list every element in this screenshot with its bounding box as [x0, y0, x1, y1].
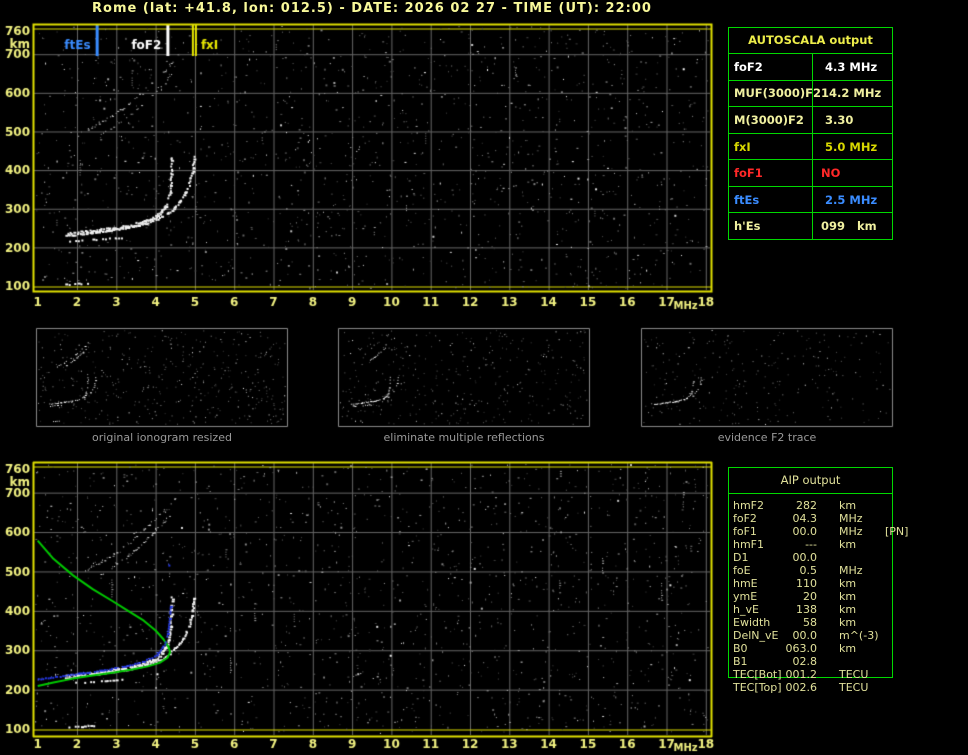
aip-label: hmF2 — [733, 499, 765, 512]
thumb-caption-original: original ionogram resized — [92, 431, 232, 444]
aip-unit: km — [839, 538, 857, 551]
aip-note: [PN] — [885, 525, 909, 538]
aip-value: 00.0 — [792, 629, 818, 642]
aip-label: hmE — [733, 577, 758, 590]
row-value: 2.5 MHz — [821, 192, 878, 207]
row-label: MUF(3000)F2 — [729, 80, 821, 107]
aip-value: 0.5 — [799, 564, 818, 577]
page-title: Rome (lat: +41.8, lon: 012.5) - DATE: 20… — [92, 1, 652, 16]
aip-row-hmF1: hmF1 --- km — [728, 538, 958, 551]
aip-value: 00.0 — [792, 525, 818, 538]
row-label: fxI — [729, 133, 813, 160]
aip-row-hmF2: hmF2 282 km — [728, 499, 958, 512]
aip-label: Ewidth — [733, 616, 771, 629]
aip-row-DelN_vE: DelN_vE 00.0 m^(-3) — [728, 629, 958, 642]
aip-unit: km — [839, 603, 857, 616]
aip-label: foF2 — [733, 512, 757, 525]
aip-row-B1: B1 02.8 — [728, 655, 958, 668]
aip-value: 00.0 — [792, 551, 818, 564]
aip-unit: km — [839, 616, 857, 629]
aip-unit: km — [839, 642, 857, 655]
aip-unit: MHz — [839, 512, 863, 525]
aip-row-foE: foE 0.5 MHz — [728, 564, 958, 577]
row-label: M(3000)F2 — [729, 107, 813, 133]
aip-value: 282 — [796, 499, 817, 512]
autoscala-output-screen: Rome (lat: +41.8, lon: 012.5) - DATE: 20… — [0, 0, 968, 755]
aip-unit — [839, 655, 883, 668]
aip-unit: TECU — [839, 681, 869, 694]
aip-row-foF2: foF2 04.3 MHz — [728, 512, 958, 525]
table-row-foF2: foF2 4.3 MHz — [729, 54, 892, 81]
autoscala-output-table: AUTOSCALA output foF2 4.3 MHz MUF(3000)F… — [728, 27, 893, 240]
aip-unit: km — [839, 577, 857, 590]
aip-label: TEC[Top] — [733, 681, 782, 694]
aip-row-ymE: ymE 20 km — [728, 590, 958, 603]
row-value: 3.30 — [821, 112, 854, 127]
aip-table-title: AIP output — [729, 468, 892, 494]
aip-label: D1 — [733, 551, 749, 564]
table-row-MUF3000F2: MUF(3000)F2 14.2 MHz — [729, 80, 892, 108]
aip-output-table: hmF2 282 km foF2 04.3 MHz foF1 00.0 MHz [PN] hm… — [728, 499, 958, 694]
thumb-caption-evidence: evidence F2 trace — [717, 431, 817, 444]
row-label: ftEs — [729, 186, 813, 213]
aip-value: 063.0 — [785, 642, 818, 655]
aip-value: --- — [805, 538, 817, 551]
aip-label: B0 — [733, 642, 748, 655]
aip-label: DelN_vE — [733, 629, 779, 642]
aip-row-hmE: hmE 110 km — [728, 577, 958, 590]
row-value: 4.3 MHz — [821, 59, 878, 74]
aip-row-D1: D1 00.0 — [728, 551, 958, 564]
aip-unit — [839, 551, 883, 564]
table-row-ftEs: ftEs 2.5 MHz — [729, 186, 892, 214]
aip-row-TEC-Top: TEC[Top] 002.6 TECU — [728, 681, 958, 694]
row-value: NO — [821, 166, 841, 181]
aip-label: foF1 — [733, 525, 757, 538]
aip-row-B0: B0 063.0 km — [728, 642, 958, 655]
aip-value: 001.2 — [785, 668, 818, 681]
aip-row-h_vE: h_vE 138 km — [728, 603, 958, 616]
aip-label: ymE — [733, 590, 758, 603]
aip-label: hmF1 — [733, 538, 765, 551]
aip-row-foF1: foF1 00.0 MHz [PN] — [728, 525, 958, 538]
row-value: 14.2 MHz — [821, 86, 882, 101]
aip-unit: MHz — [839, 525, 863, 538]
aip-value: 138 — [796, 603, 817, 616]
aip-unit: MHz — [839, 564, 863, 577]
row-label: foF2 — [729, 54, 813, 80]
aip-row-Ewidth: Ewidth 58 km — [728, 616, 958, 629]
aip-row-TEC-Bot: TEC[Bot] 001.2 TECU — [728, 668, 958, 681]
aip-unit: km — [839, 499, 857, 512]
aip-value: 02.8 — [792, 655, 818, 668]
aip-value: 04.3 — [792, 512, 818, 525]
aip-unit: m^(-3) — [839, 629, 879, 642]
row-label: h'Es — [729, 213, 813, 240]
aip-label: B1 — [733, 655, 748, 668]
table-row-foF1: foF1 NO — [729, 160, 892, 187]
row-value: 5.0 MHz — [821, 139, 878, 154]
table-row-fxI: fxI 5.0 MHz — [729, 133, 892, 161]
aip-label: TEC[Bot] — [733, 668, 782, 681]
aip-unit: km — [839, 590, 857, 603]
autoscala-table-title: AUTOSCALA output — [729, 28, 892, 54]
thumb-caption-eliminate: eliminate multiple reflections — [383, 431, 545, 444]
aip-label: h_vE — [733, 603, 759, 616]
aip-value: 20 — [803, 590, 817, 603]
aip-value: 110 — [796, 577, 817, 590]
table-row-M3000F2: M(3000)F2 3.30 — [729, 107, 892, 134]
aip-value: 002.6 — [785, 681, 818, 694]
aip-value: 58 — [803, 616, 817, 629]
row-value: 099 km — [821, 219, 877, 234]
table-row-hEs: h'Es 099 km — [729, 213, 892, 240]
row-label: foF1 — [729, 160, 813, 186]
aip-label: foE — [733, 564, 751, 577]
aip-unit: TECU — [839, 668, 869, 681]
